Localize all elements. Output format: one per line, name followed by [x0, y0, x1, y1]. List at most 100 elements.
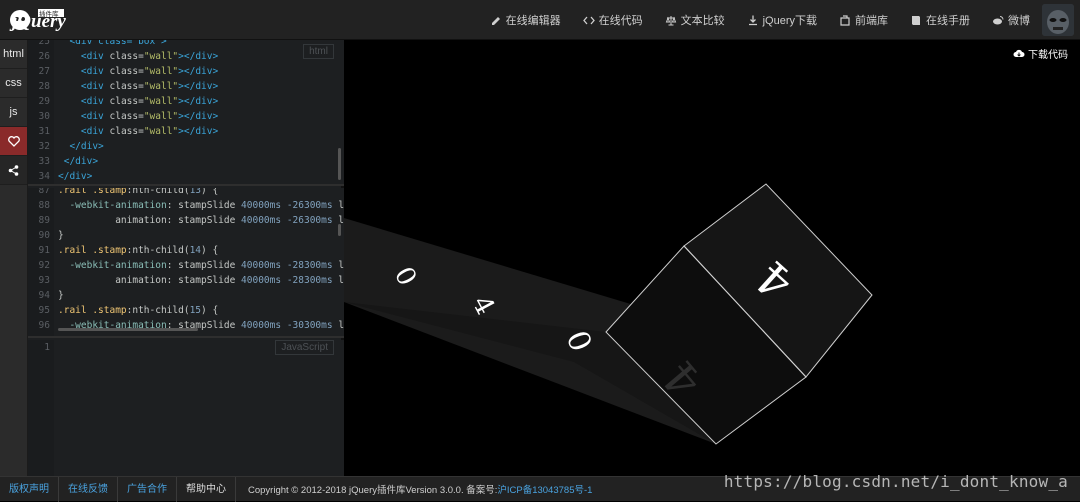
line-number: 30 [38, 111, 50, 122]
code-line[interactable]: 91 .rail .stamp:nth-child(14) { [28, 243, 344, 258]
main-nav: 在线编辑器 在线代码 文本比较 jQuery下载 前端库 在线手册 微博 [468, 0, 1030, 40]
code-line[interactable]: 93 animation: stampSlide 40000ms -28300m… [28, 273, 344, 288]
tab-html[interactable]: html [0, 40, 27, 69]
top-bar: jQuery 插件库 在线编辑器 在线代码 文本比较 jQuery下载 前端库 在线手册 微… [0, 0, 1080, 40]
scale-icon [665, 16, 676, 26]
nav-item-2[interactable]: 文本比较 [665, 12, 725, 28]
line-number: 94 [38, 290, 50, 301]
code-text: animation: stampSlide 40000ms -28300ms l [58, 275, 344, 286]
weibo-icon [993, 16, 1004, 25]
code-text: animation: stampSlide 40000ms -26300ms l [58, 215, 344, 226]
code-text: <div class="box"> [69, 40, 167, 47]
nav-item-label: 在线手册 [926, 15, 970, 27]
avatar[interactable] [1042, 4, 1074, 36]
line-number: 89 [38, 215, 50, 226]
css-hscrollbar[interactable] [58, 328, 198, 331]
line-number: 87 [38, 188, 50, 196]
line-number: 31 [38, 126, 50, 137]
code-line[interactable]: 25 <div class="box"> [28, 40, 344, 49]
tab-js[interactable]: js [0, 98, 27, 127]
logo-badge: 插件库 [39, 9, 59, 18]
code-line[interactable]: 30 <div class="wall"></div> [28, 109, 344, 124]
line-number: 26 [38, 51, 50, 62]
watermark: https://blog.csdn.net/i_dont_know_a [723, 472, 1068, 491]
code-line[interactable]: 88 -webkit-animation: stampSlide 40000ms… [28, 198, 344, 213]
preview-panel: 下载代码 0 4 0 4 4 [344, 40, 1080, 476]
line-number: 25 [38, 40, 50, 47]
nav-item-5[interactable]: 在线手册 [910, 12, 970, 28]
line-number: 1 [44, 342, 50, 353]
footer-link-help[interactable]: 帮助中心 [177, 476, 236, 502]
download-code-label: 下载代码 [1028, 50, 1068, 61]
code-text: <div class="wall"></div> [80, 81, 219, 92]
line-number: 93 [38, 275, 50, 286]
code-line[interactable]: 87 .rail .stamp:nth-child(13) { [28, 188, 344, 198]
tab-css[interactable]: css [0, 69, 27, 98]
line-gutter [28, 340, 54, 476]
line-number: 27 [38, 66, 50, 77]
code-text: -webkit-animation: stampSlide 40000ms -2… [69, 200, 344, 211]
nav-item-label: 在线代码 [598, 15, 643, 27]
code-line[interactable]: 28 <div class="wall"></div> [28, 79, 344, 94]
code-text: <div class="wall"></div> [80, 66, 219, 77]
line-number: 95 [38, 305, 50, 316]
code-line[interactable]: 26 <div class="wall"></div> [28, 49, 344, 64]
share-button[interactable] [0, 156, 27, 185]
nav-item-0[interactable]: 在线编辑器 [490, 12, 561, 28]
code-text: </div> [63, 156, 99, 167]
side-tabs: html css js [0, 40, 28, 476]
nav-item-label: jQuery下载 [762, 15, 817, 27]
footer-link-ads[interactable]: 广告合作 [118, 476, 177, 502]
code-text: .rail .stamp:nth-child(13) { [58, 188, 219, 196]
line-number: 90 [38, 230, 50, 241]
css-pane[interactable]: 87 .rail .stamp:nth-child(13) { 88 -webkit… [28, 188, 344, 338]
heart-icon [7, 135, 20, 147]
code-line[interactable]: 32 </div> [28, 139, 344, 154]
jquery-logo[interactable]: jQuery 插件库 [8, 5, 84, 35]
book-icon [912, 16, 920, 25]
code-line[interactable]: 34 </div> [28, 169, 344, 184]
html-scrollbar[interactable] [338, 148, 341, 180]
code-line[interactable]: 27 <div class="wall"></div> [28, 64, 344, 79]
stamp-animation-canvas: 0 4 0 4 4 [344, 183, 873, 445]
nav-item-1[interactable]: 在线代码 [582, 12, 643, 28]
code-text: .rail .stamp:nth-child(14) { [58, 245, 219, 256]
icp-link[interactable]: 沪ICP备13043785号-1 [497, 485, 592, 496]
code-line[interactable]: 92 -webkit-animation: stampSlide 40000ms… [28, 258, 344, 273]
js-pane[interactable]: 1 JavaScript [28, 340, 344, 476]
nav-item-4[interactable]: 前端库 [839, 12, 888, 28]
nav-item-label: 微博 [1008, 15, 1030, 27]
code-editor: 25 <div class="box"> 26 <div class="wall"… [28, 40, 344, 476]
line-number: 96 [38, 320, 50, 331]
css-scrollbar[interactable] [338, 224, 341, 236]
line-number: 88 [38, 200, 50, 211]
nav-item-3[interactable]: jQuery下载 [747, 12, 817, 28]
code-text: } [58, 290, 64, 301]
code-text: <div class="wall"></div> [80, 51, 219, 62]
copyright-text: Copyright © 2012-2018 jQuery插件库Version 3… [236, 482, 592, 496]
line-number: 92 [38, 260, 50, 271]
download-code-button[interactable]: 下载代码 [1013, 46, 1068, 61]
cloud-download-icon [1013, 49, 1025, 57]
code-line[interactable]: 95 .rail .stamp:nth-child(15) { [28, 303, 344, 318]
code-text: </div> [58, 171, 93, 182]
code-line[interactable]: 94} [28, 288, 344, 303]
line-number: 28 [38, 81, 50, 92]
nav-item-6[interactable]: 微博 [992, 12, 1030, 28]
nav-item-label: 前端库 [855, 15, 888, 27]
js-pane-label: JavaScript [275, 340, 334, 355]
code-line[interactable]: 33 </div> [28, 154, 344, 169]
like-button[interactable] [0, 127, 27, 156]
line-number: 34 [38, 171, 50, 182]
footer-link-feedback[interactable]: 在线反馈 [59, 476, 118, 502]
code-icon [582, 16, 595, 25]
code-text: -webkit-animation: stampSlide 40000ms -2… [69, 260, 344, 271]
code-line[interactable]: 90} [28, 228, 344, 243]
html-pane-label: html [303, 44, 334, 59]
footer-link-copyright[interactable]: 版权声明 [0, 476, 59, 502]
html-pane[interactable]: 25 <div class="box"> 26 <div class="wall"… [28, 40, 344, 186]
code-line[interactable]: 89 animation: stampSlide 40000ms -26300m… [28, 213, 344, 228]
nav-item-label: 文本比较 [680, 15, 725, 27]
code-line[interactable]: 29 <div class="wall"></div> [28, 94, 344, 109]
code-line[interactable]: 31 <div class="wall"></div> [28, 124, 344, 139]
